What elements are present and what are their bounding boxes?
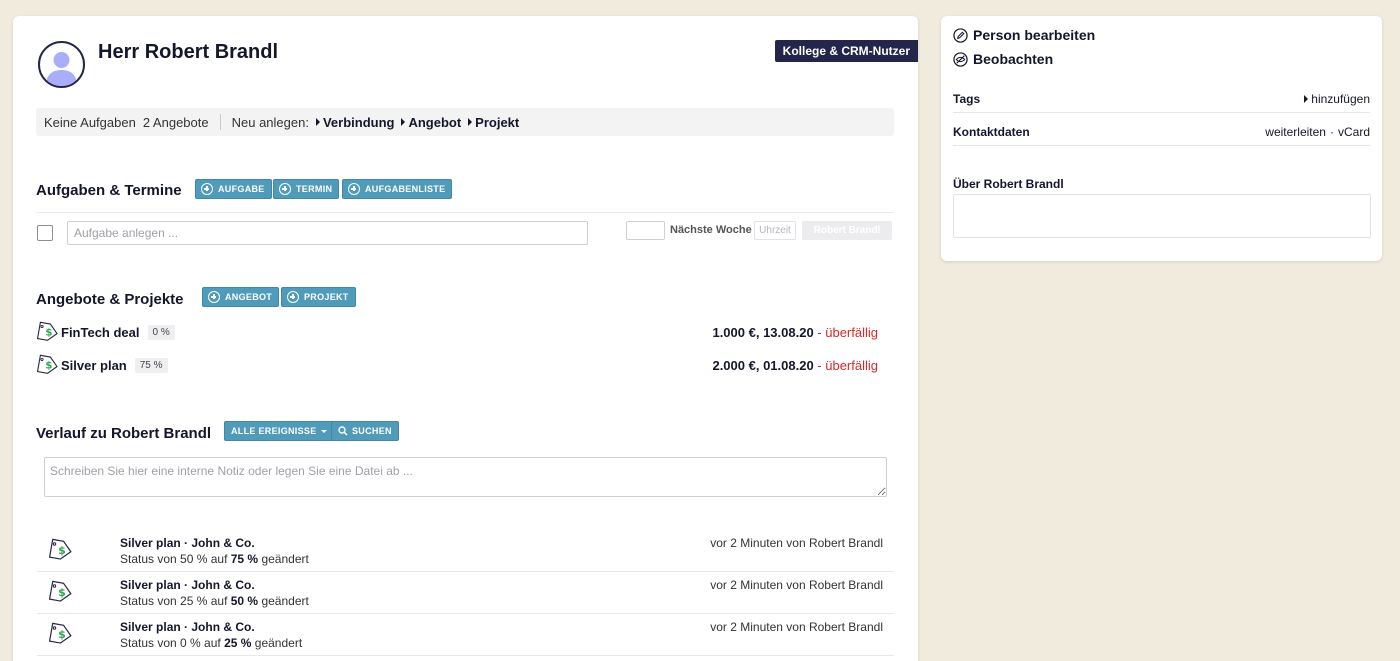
forward-link[interactable]: weiterleiten bbox=[1265, 125, 1326, 139]
plus-circle-icon bbox=[348, 183, 360, 195]
event-filter-dropdown[interactable]: ALLE EREIGNISSE bbox=[224, 421, 334, 441]
event-title[interactable]: Silver plan · John & Co. bbox=[120, 578, 255, 592]
deal-name[interactable]: FinTech deal bbox=[61, 325, 140, 340]
divider bbox=[953, 145, 1370, 146]
contact-row: Kontaktdaten weiterleiten · vCard bbox=[953, 125, 1370, 139]
divider bbox=[36, 212, 894, 213]
person-detail-card: Herr Robert Brandl Kollege & CRM-Nutzer … bbox=[13, 16, 918, 661]
caret-down-icon bbox=[320, 429, 327, 433]
add-appointment-button[interactable]: TERMIN bbox=[273, 179, 340, 199]
observe-link[interactable]: Beobachten bbox=[953, 51, 1053, 67]
price-tag-icon: $ bbox=[49, 622, 72, 644]
vcard-link[interactable]: vCard bbox=[1338, 125, 1370, 139]
plus-circle-icon bbox=[208, 291, 220, 303]
deal-name[interactable]: Silver plan bbox=[61, 358, 127, 373]
role-badge: Kollege & CRM-Nutzer bbox=[774, 40, 918, 62]
svg-text:$: $ bbox=[58, 544, 66, 557]
event-title[interactable]: Silver plan · John & Co. bbox=[120, 620, 255, 634]
divider bbox=[953, 112, 1370, 113]
pencil-icon bbox=[953, 27, 968, 43]
add-tasklist-button[interactable]: AUFGABENLISTE bbox=[342, 179, 453, 199]
event-description: Status von 0 % auf 25 % geändert bbox=[120, 636, 303, 650]
person-sidebar-card: Person bearbeiten Beobachten Tags hinzuf… bbox=[941, 16, 1382, 261]
divider bbox=[219, 114, 221, 130]
price-tag-icon: $ bbox=[49, 538, 72, 560]
caret-right-icon bbox=[401, 118, 406, 126]
event-title[interactable]: Silver plan · John & Co. bbox=[120, 536, 255, 550]
separator: · bbox=[1329, 125, 1334, 139]
history-event[interactable]: $ Silver plan · John & Co. Status von 25… bbox=[37, 572, 894, 614]
event-meta: vor 2 Minuten von Robert Brandl bbox=[710, 536, 883, 550]
about-label: Über Robert Brandl bbox=[953, 177, 1064, 191]
plus-circle-icon bbox=[287, 291, 299, 303]
overdue-status: - überfällig bbox=[817, 357, 878, 373]
tasks-section-title: Aufgaben & Termine bbox=[36, 182, 182, 199]
note-input[interactable] bbox=[44, 457, 887, 497]
event-description: Status von 50 % auf 75 % geändert bbox=[120, 552, 309, 566]
task-input[interactable] bbox=[67, 221, 588, 245]
tags-row: Tags hinzufügen bbox=[953, 92, 1370, 106]
task-done-checkbox[interactable] bbox=[37, 225, 53, 241]
deal-amount: 1.000 €, 13.08.20 - überfällig bbox=[712, 324, 878, 340]
history-section-title: Verlauf zu Robert Brandl bbox=[36, 425, 212, 442]
eye-off-icon bbox=[953, 51, 968, 67]
plus-circle-icon bbox=[279, 183, 291, 195]
avatar bbox=[38, 41, 85, 88]
new-offer-link[interactable]: Angebot bbox=[401, 115, 461, 130]
tasks-count[interactable]: Keine Aufgaben bbox=[44, 115, 136, 130]
history-event[interactable]: $ Silver plan · John & Co. Status von 50… bbox=[37, 530, 894, 572]
search-button[interactable]: SUCHEN bbox=[331, 421, 399, 441]
svg-text:$: $ bbox=[45, 361, 52, 372]
edit-person-link[interactable]: Person bearbeiten bbox=[953, 27, 1095, 43]
plus-circle-icon bbox=[201, 183, 213, 195]
add-tag-link[interactable]: hinzufügen bbox=[1304, 92, 1370, 106]
tags-label: Tags bbox=[953, 92, 981, 106]
caret-right-icon bbox=[1304, 95, 1309, 103]
due-date-field[interactable] bbox=[626, 221, 665, 240]
event-meta: vor 2 Minuten von Robert Brandl bbox=[710, 620, 883, 634]
about-text-box[interactable] bbox=[953, 194, 1371, 238]
svg-text:$: $ bbox=[58, 628, 66, 641]
price-tag-icon: $ bbox=[37, 354, 58, 374]
history-event[interactable]: $ Silver plan · John & Co. Status von 0 … bbox=[37, 614, 894, 656]
new-project-link[interactable]: Projekt bbox=[468, 115, 519, 130]
new-label: Neu anlegen: bbox=[231, 114, 309, 130]
search-icon bbox=[338, 426, 348, 436]
deal-percent-badge: 0 % bbox=[147, 324, 175, 340]
caret-right-icon bbox=[468, 118, 473, 126]
assignee-button[interactable]: Robert Brandl bbox=[802, 221, 892, 240]
event-description: Status von 25 % auf 50 % geändert bbox=[120, 594, 309, 608]
add-task-button[interactable]: AUFGABE bbox=[195, 179, 272, 199]
deal-amount: 2.000 €, 01.08.20 - überfällig bbox=[712, 357, 878, 373]
deal-row[interactable]: $ FinTech deal 0 % 1.000 €, 13.08.20 - ü… bbox=[37, 321, 892, 343]
deals-section-title: Angebote & Projekte bbox=[36, 291, 184, 308]
due-date-label[interactable]: Nächste Woche bbox=[670, 224, 752, 236]
offers-count[interactable]: 2 Angebote bbox=[143, 115, 209, 130]
contact-label: Kontaktdaten bbox=[953, 125, 1030, 139]
price-tag-icon: $ bbox=[37, 321, 58, 341]
new-connection-link[interactable]: Verbindung bbox=[315, 115, 394, 130]
event-meta: vor 2 Minuten von Robert Brandl bbox=[710, 578, 883, 592]
summary-bar: Keine Aufgaben 2 Angebote Neu anlegen: V… bbox=[36, 108, 894, 136]
add-offer-button[interactable]: ANGEBOT bbox=[202, 287, 280, 307]
price-tag-icon: $ bbox=[49, 580, 72, 602]
caret-right-icon bbox=[315, 118, 320, 126]
deal-percent-badge: 75 % bbox=[134, 357, 168, 373]
svg-text:$: $ bbox=[58, 586, 66, 599]
overdue-status: - überfällig bbox=[817, 324, 878, 340]
person-silhouette-icon bbox=[46, 52, 77, 86]
person-name: Herr Robert Brandl bbox=[98, 41, 279, 63]
add-project-button[interactable]: PROJEKT bbox=[281, 287, 356, 307]
time-field[interactable]: Uhrzeit bbox=[754, 221, 796, 240]
deal-row[interactable]: $ Silver plan 75 % 2.000 €, 01.08.20 - ü… bbox=[37, 354, 892, 376]
svg-text:$: $ bbox=[45, 328, 52, 339]
